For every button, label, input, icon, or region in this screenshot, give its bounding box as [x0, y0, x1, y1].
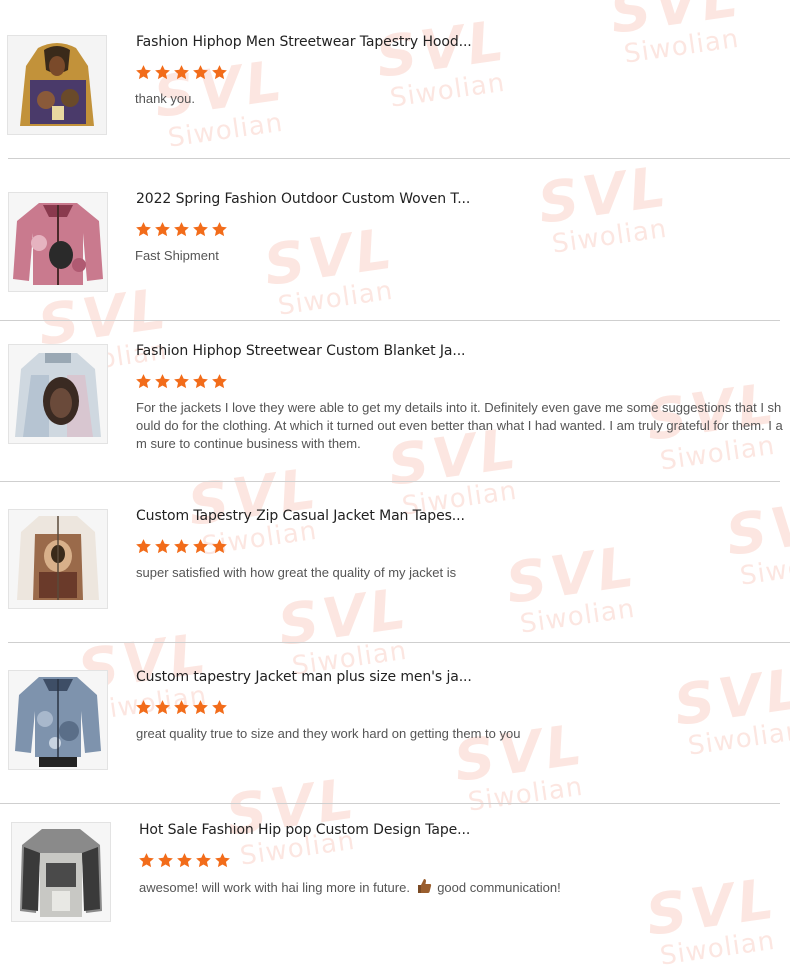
product-thumbnail[interactable] [8, 509, 108, 609]
watermark-name: Siwolian [622, 23, 741, 70]
review-comment: super satisfied with how great the quali… [136, 565, 457, 580]
rating-stars [135, 64, 228, 82]
tapestry-jacket-icon [9, 510, 107, 608]
divider [0, 320, 780, 321]
star-icon [135, 64, 152, 82]
star-icon [138, 852, 155, 870]
blue-jacket-icon [9, 671, 107, 769]
review-comment: Fast Shipment [135, 248, 219, 263]
portrait-jacket-icon [9, 345, 107, 443]
star-icon [192, 221, 209, 239]
product-thumbnail[interactable] [8, 192, 108, 292]
watermark: SVL Siwolian [274, 576, 414, 682]
watermark: SVL Siwolian [502, 534, 642, 640]
review-comment-text: awesome! will work with hai ling more in… [139, 880, 410, 895]
star-icon [176, 852, 193, 870]
product-title[interactable]: Fashion Hiphop Streetwear Custom Blanket… [136, 343, 466, 359]
star-icon [154, 538, 171, 556]
star-icon [173, 538, 190, 556]
product-title[interactable]: 2022 Spring Fashion Outdoor Custom Woven… [136, 191, 470, 207]
star-icon [192, 538, 209, 556]
product-thumbnail[interactable] [11, 822, 111, 922]
rating-stars [135, 373, 228, 391]
divider [8, 642, 790, 643]
rating-stars [138, 852, 231, 870]
star-icon [211, 373, 228, 391]
star-icon [154, 221, 171, 239]
star-icon [154, 64, 171, 82]
review-comment: thank you. [135, 91, 195, 106]
star-icon [214, 852, 231, 870]
watermark-logo: SVL [606, 0, 746, 47]
star-icon [211, 221, 228, 239]
review-comment: awesome! will work with hai ling more in… [139, 878, 779, 899]
star-icon [195, 852, 212, 870]
watermark: SVL Siwolian [606, 0, 748, 70]
product-thumbnail[interactable] [8, 670, 108, 770]
pink-jacket-icon [9, 193, 107, 291]
star-icon [154, 699, 171, 717]
watermark: SVL Siwolian [260, 216, 400, 322]
divider [8, 158, 790, 159]
star-icon [211, 699, 228, 717]
product-title[interactable]: Hot Sale Fashion Hip pop Custom Design T… [139, 822, 470, 838]
divider [0, 803, 780, 804]
star-icon [135, 221, 152, 239]
review-comment: great quality true to size and they work… [136, 726, 521, 741]
star-icon [211, 64, 228, 82]
star-icon [173, 373, 190, 391]
star-icon [192, 699, 209, 717]
grey-jacket-icon [12, 823, 110, 921]
star-icon [192, 64, 209, 82]
star-icon [211, 538, 228, 556]
product-thumbnail[interactable] [7, 35, 107, 135]
star-icon [135, 373, 152, 391]
rating-stars [135, 538, 228, 556]
divider [0, 481, 780, 482]
rating-stars [135, 699, 228, 717]
star-icon [135, 699, 152, 717]
watermark: SVL Siwolian [670, 656, 790, 762]
watermark: SVL Siwolian [222, 766, 362, 872]
product-title[interactable]: Custom Tapestry Zip Casual Jacket Man Ta… [136, 508, 465, 524]
watermark: SVL Siwolian [534, 154, 674, 260]
star-icon [173, 699, 190, 717]
review-comment-text: good communication! [437, 880, 561, 895]
star-icon [173, 64, 190, 82]
product-thumbnail[interactable] [8, 344, 108, 444]
product-title[interactable]: Custom tapestry Jacket man plus size men… [136, 669, 472, 685]
thumbs-up-icon [416, 878, 432, 899]
star-icon [192, 373, 209, 391]
review-comment: For the jackets I love they were able to… [136, 400, 783, 451]
rating-stars [135, 221, 228, 239]
star-icon [135, 538, 152, 556]
product-title[interactable]: Fashion Hiphop Men Streetwear Tapestry H… [136, 34, 472, 50]
star-icon [173, 221, 190, 239]
hoodie-portrait-icon [8, 36, 106, 134]
star-icon [157, 852, 174, 870]
star-icon [154, 373, 171, 391]
